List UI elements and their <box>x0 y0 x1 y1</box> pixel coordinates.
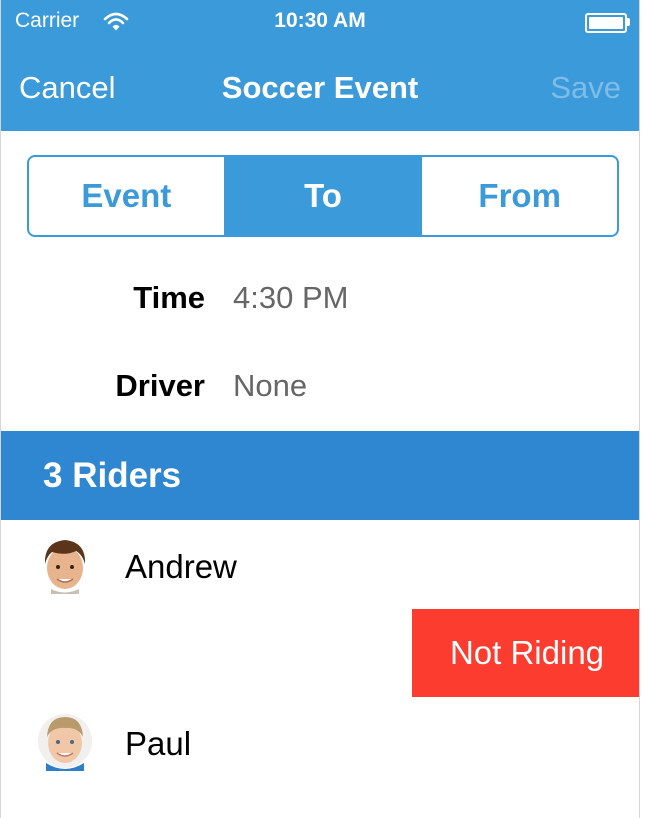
segment-event[interactable]: Event <box>29 157 224 235</box>
rider-name-paul: Paul <box>125 725 192 762</box>
driver-value[interactable]: None <box>233 368 307 404</box>
not-riding-button[interactable]: Not Riding <box>412 609 639 697</box>
driver-label: Driver <box>115 368 205 403</box>
riders-section-header: 3 Riders <box>1 431 639 520</box>
riders-count: 3 Riders <box>43 456 182 495</box>
rider-name-andrew: Andrew <box>125 548 237 585</box>
avatar-paul <box>38 714 92 771</box>
cancel-button[interactable]: Cancel <box>19 70 116 106</box>
list-item[interactable]: Paul <box>1 697 639 787</box>
segment-from[interactable]: From <box>420 157 617 235</box>
save-button[interactable]: Save <box>550 70 621 106</box>
app-screen: Carrier 10:30 AM Cancel Soccer Event Sav… <box>0 0 640 818</box>
battery-icon <box>585 13 630 33</box>
time-label: Time <box>133 280 205 315</box>
list-item[interactable]: Andrew <box>1 520 639 610</box>
navigation-bar: Cancel Soccer Event Save <box>1 46 639 131</box>
segmented-control: Event To From <box>27 155 619 237</box>
avatar-andrew <box>44 540 86 594</box>
status-time: 10:30 AM <box>274 9 366 32</box>
status-bar: Carrier 10:30 AM <box>1 0 639 46</box>
time-row: Time 4:30 PM <box>1 280 639 320</box>
driver-row: Driver None <box>1 368 639 408</box>
swipe-row: Not Riding <box>1 609 639 697</box>
header: Carrier 10:30 AM Cancel Soccer Event Sav… <box>1 0 639 131</box>
segment-to[interactable]: To <box>223 157 421 235</box>
time-value[interactable]: 4:30 PM <box>233 280 348 316</box>
